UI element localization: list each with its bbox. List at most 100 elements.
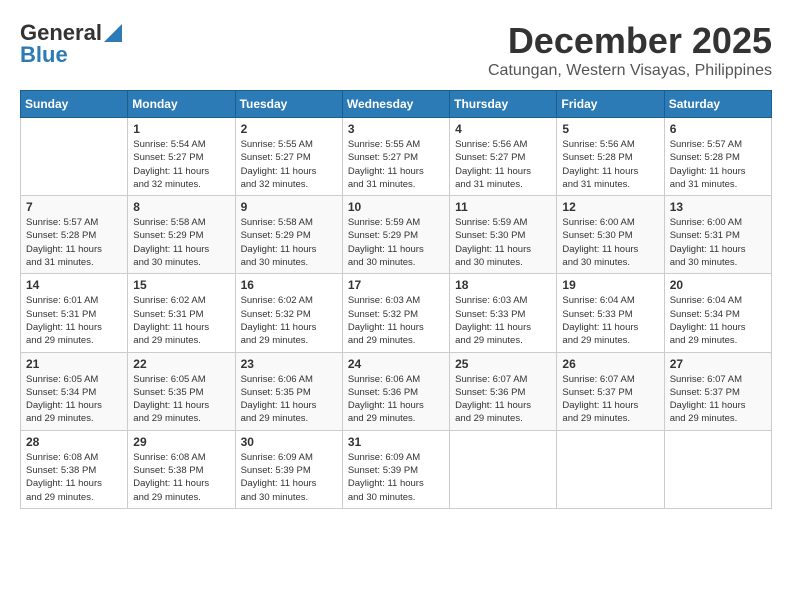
calendar-header-row: SundayMondayTuesdayWednesdayThursdayFrid… bbox=[21, 91, 772, 118]
logo: General Blue bbox=[20, 20, 122, 68]
day-number: 18 bbox=[455, 278, 551, 292]
day-info: Sunrise: 5:56 AM Sunset: 5:28 PM Dayligh… bbox=[562, 138, 658, 191]
day-number: 10 bbox=[348, 200, 444, 214]
calendar-week-row: 1 Sunrise: 5:54 AM Sunset: 5:27 PM Daylig… bbox=[21, 118, 772, 196]
day-number: 21 bbox=[26, 357, 122, 371]
calendar-cell: 10 Sunrise: 5:59 AM Sunset: 5:29 PM Dayli… bbox=[342, 196, 449, 274]
day-number: 22 bbox=[133, 357, 229, 371]
calendar-cell: 1 Sunrise: 5:54 AM Sunset: 5:27 PM Daylig… bbox=[128, 118, 235, 196]
calendar-cell: 21Sunrise: 6:05 AM Sunset: 5:34 PM Dayli… bbox=[21, 352, 128, 430]
day-info: Sunrise: 5:57 AM Sunset: 5:28 PM Dayligh… bbox=[670, 138, 766, 191]
day-info: Sunrise: 6:07 AM Sunset: 5:37 PM Dayligh… bbox=[670, 373, 766, 426]
day-number: 11 bbox=[455, 200, 551, 214]
calendar-cell: 13 Sunrise: 6:00 AM Sunset: 5:31 PM Dayli… bbox=[664, 196, 771, 274]
day-info: Sunrise: 5:56 AM Sunset: 5:27 PM Dayligh… bbox=[455, 138, 551, 191]
day-info: Sunrise: 5:55 AM Sunset: 5:27 PM Dayligh… bbox=[348, 138, 444, 191]
day-of-week-header: Wednesday bbox=[342, 91, 449, 118]
day-number: 5 bbox=[562, 122, 658, 136]
day-number: 20 bbox=[670, 278, 766, 292]
day-of-week-header: Saturday bbox=[664, 91, 771, 118]
calendar-cell: 27Sunrise: 6:07 AM Sunset: 5:37 PM Dayli… bbox=[664, 352, 771, 430]
day-number: 9 bbox=[241, 200, 337, 214]
day-info: Sunrise: 5:58 AM Sunset: 5:29 PM Dayligh… bbox=[133, 216, 229, 269]
day-number: 25 bbox=[455, 357, 551, 371]
calendar-week-row: 7 Sunrise: 5:57 AM Sunset: 5:28 PM Daylig… bbox=[21, 196, 772, 274]
calendar-week-row: 21Sunrise: 6:05 AM Sunset: 5:34 PM Dayli… bbox=[21, 352, 772, 430]
calendar-cell: 20 Sunrise: 6:04 AM Sunset: 5:34 PM Dayli… bbox=[664, 274, 771, 352]
day-number: 7 bbox=[26, 200, 122, 214]
day-number: 29 bbox=[133, 435, 229, 449]
day-info: Sunrise: 6:00 AM Sunset: 5:31 PM Dayligh… bbox=[670, 216, 766, 269]
calendar-cell: 11 Sunrise: 5:59 AM Sunset: 5:30 PM Dayli… bbox=[450, 196, 557, 274]
day-info: Sunrise: 6:07 AM Sunset: 5:36 PM Dayligh… bbox=[455, 373, 551, 426]
day-info: Sunrise: 6:09 AM Sunset: 5:39 PM Dayligh… bbox=[241, 451, 337, 504]
day-info: Sunrise: 6:00 AM Sunset: 5:30 PM Dayligh… bbox=[562, 216, 658, 269]
calendar-cell: 31 Sunrise: 6:09 AM Sunset: 5:39 PM Dayli… bbox=[342, 430, 449, 508]
day-info: Sunrise: 6:08 AM Sunset: 5:38 PM Dayligh… bbox=[133, 451, 229, 504]
day-info: Sunrise: 6:09 AM Sunset: 5:39 PM Dayligh… bbox=[348, 451, 444, 504]
calendar-cell: 3 Sunrise: 5:55 AM Sunset: 5:27 PM Daylig… bbox=[342, 118, 449, 196]
day-number: 13 bbox=[670, 200, 766, 214]
location-title: Catungan, Western Visayas, Philippines bbox=[488, 62, 772, 80]
day-number: 4 bbox=[455, 122, 551, 136]
day-number: 1 bbox=[133, 122, 229, 136]
calendar-cell bbox=[450, 430, 557, 508]
calendar-cell: 17Sunrise: 6:03 AM Sunset: 5:32 PM Dayli… bbox=[342, 274, 449, 352]
day-number: 3 bbox=[348, 122, 444, 136]
calendar-cell: 19 Sunrise: 6:04 AM Sunset: 5:33 PM Dayli… bbox=[557, 274, 664, 352]
day-number: 19 bbox=[562, 278, 658, 292]
calendar-cell: 22 Sunrise: 6:05 AM Sunset: 5:35 PM Dayli… bbox=[128, 352, 235, 430]
calendar-cell: 26 Sunrise: 6:07 AM Sunset: 5:37 PM Dayli… bbox=[557, 352, 664, 430]
calendar-cell: 2 Sunrise: 5:55 AM Sunset: 5:27 PM Daylig… bbox=[235, 118, 342, 196]
title-block: December 2025 Catungan, Western Visayas,… bbox=[488, 20, 772, 80]
calendar-cell: 14 Sunrise: 6:01 AM Sunset: 5:31 PM Dayli… bbox=[21, 274, 128, 352]
day-info: Sunrise: 6:03 AM Sunset: 5:33 PM Dayligh… bbox=[455, 294, 551, 347]
day-number: 31 bbox=[348, 435, 444, 449]
day-info: Sunrise: 5:54 AM Sunset: 5:27 PM Dayligh… bbox=[133, 138, 229, 191]
month-title: December 2025 bbox=[488, 20, 772, 62]
day-info: Sunrise: 6:08 AM Sunset: 5:38 PM Dayligh… bbox=[26, 451, 122, 504]
day-number: 26 bbox=[562, 357, 658, 371]
day-info: Sunrise: 6:01 AM Sunset: 5:31 PM Dayligh… bbox=[26, 294, 122, 347]
day-of-week-header: Tuesday bbox=[235, 91, 342, 118]
day-number: 12 bbox=[562, 200, 658, 214]
day-number: 17 bbox=[348, 278, 444, 292]
calendar-table: SundayMondayTuesdayWednesdayThursdayFrid… bbox=[20, 90, 772, 509]
day-info: Sunrise: 6:02 AM Sunset: 5:31 PM Dayligh… bbox=[133, 294, 229, 347]
calendar-cell: 30Sunrise: 6:09 AM Sunset: 5:39 PM Dayli… bbox=[235, 430, 342, 508]
day-of-week-header: Monday bbox=[128, 91, 235, 118]
calendar-cell: 25 Sunrise: 6:07 AM Sunset: 5:36 PM Dayli… bbox=[450, 352, 557, 430]
day-info: Sunrise: 6:06 AM Sunset: 5:35 PM Dayligh… bbox=[241, 373, 337, 426]
calendar-cell: 12 Sunrise: 6:00 AM Sunset: 5:30 PM Dayli… bbox=[557, 196, 664, 274]
day-info: Sunrise: 6:05 AM Sunset: 5:35 PM Dayligh… bbox=[133, 373, 229, 426]
page-header: General Blue December 2025 Catungan, Wes… bbox=[20, 20, 772, 80]
calendar-week-row: 28Sunrise: 6:08 AM Sunset: 5:38 PM Dayli… bbox=[21, 430, 772, 508]
calendar-cell: 5 Sunrise: 5:56 AM Sunset: 5:28 PM Daylig… bbox=[557, 118, 664, 196]
day-info: Sunrise: 5:59 AM Sunset: 5:30 PM Dayligh… bbox=[455, 216, 551, 269]
day-info: Sunrise: 5:59 AM Sunset: 5:29 PM Dayligh… bbox=[348, 216, 444, 269]
day-number: 23 bbox=[241, 357, 337, 371]
calendar-cell: 16Sunrise: 6:02 AM Sunset: 5:32 PM Dayli… bbox=[235, 274, 342, 352]
day-number: 24 bbox=[348, 357, 444, 371]
calendar-cell: 23 Sunrise: 6:06 AM Sunset: 5:35 PM Dayli… bbox=[235, 352, 342, 430]
calendar-cell bbox=[21, 118, 128, 196]
calendar-cell bbox=[664, 430, 771, 508]
day-info: Sunrise: 5:57 AM Sunset: 5:28 PM Dayligh… bbox=[26, 216, 122, 269]
day-number: 14 bbox=[26, 278, 122, 292]
logo-triangle-icon bbox=[104, 24, 122, 42]
calendar-cell: 15Sunrise: 6:02 AM Sunset: 5:31 PM Dayli… bbox=[128, 274, 235, 352]
day-info: Sunrise: 5:55 AM Sunset: 5:27 PM Dayligh… bbox=[241, 138, 337, 191]
day-number: 2 bbox=[241, 122, 337, 136]
calendar-cell: 9Sunrise: 5:58 AM Sunset: 5:29 PM Daylig… bbox=[235, 196, 342, 274]
day-info: Sunrise: 6:07 AM Sunset: 5:37 PM Dayligh… bbox=[562, 373, 658, 426]
day-of-week-header: Sunday bbox=[21, 91, 128, 118]
calendar-week-row: 14 Sunrise: 6:01 AM Sunset: 5:31 PM Dayli… bbox=[21, 274, 772, 352]
calendar-cell: 7 Sunrise: 5:57 AM Sunset: 5:28 PM Daylig… bbox=[21, 196, 128, 274]
day-of-week-header: Thursday bbox=[450, 91, 557, 118]
calendar-cell: 8Sunrise: 5:58 AM Sunset: 5:29 PM Daylig… bbox=[128, 196, 235, 274]
day-info: Sunrise: 6:04 AM Sunset: 5:34 PM Dayligh… bbox=[670, 294, 766, 347]
logo-blue: Blue bbox=[20, 42, 68, 68]
day-of-week-header: Friday bbox=[557, 91, 664, 118]
day-info: Sunrise: 6:04 AM Sunset: 5:33 PM Dayligh… bbox=[562, 294, 658, 347]
calendar-cell: 28Sunrise: 6:08 AM Sunset: 5:38 PM Dayli… bbox=[21, 430, 128, 508]
